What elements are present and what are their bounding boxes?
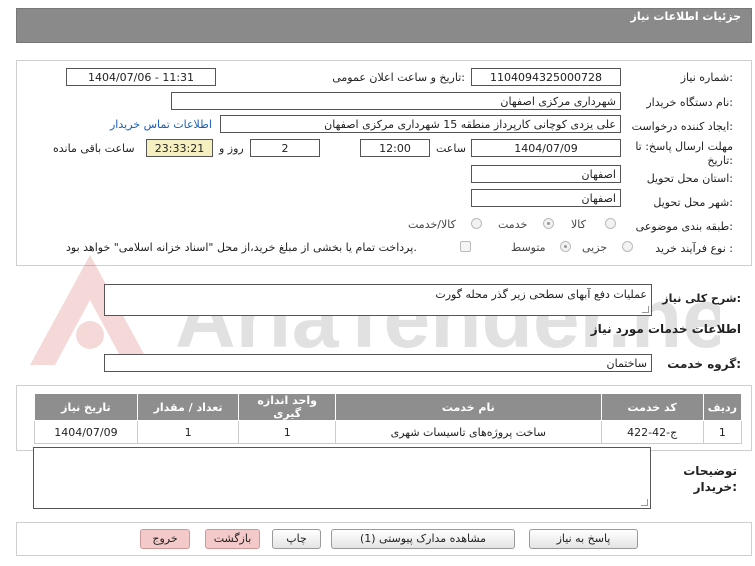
resize-grip-icon[interactable] (641, 499, 648, 506)
category-option-goods: کالا (571, 218, 586, 231)
deadline-time-label: ساعت (436, 142, 466, 155)
buyer-contact-link[interactable]: اطلاعات تماس خریدار (110, 118, 212, 131)
summary-label: شرح کلی نیاز: (662, 292, 741, 305)
city-label: شهر محل تحویل: (653, 196, 733, 209)
col-code: کد خدمت (600, 393, 704, 421)
service-group-label: گروه خدمت: (667, 357, 741, 371)
need-number-field: 1104094325000728 (471, 68, 621, 86)
summary-text: عملیات دفع آبهای سطحی زیر گذر محله گورت (435, 288, 647, 301)
category-radio-goods[interactable] (605, 218, 616, 229)
col-row: ردیف (702, 393, 743, 421)
remaining-time-field: 23:33:21 (146, 139, 213, 157)
category-option-service: خدمت (498, 218, 528, 231)
deadline-label: مهلت ارسال پاسخ: تا (635, 140, 733, 153)
back-button[interactable]: بازگشت (205, 529, 260, 549)
process-radio-partial[interactable] (622, 241, 633, 252)
days-field: 2 (250, 139, 320, 157)
deadline-time-field: 12:00 (360, 139, 430, 157)
cell-row: 1 (702, 420, 743, 444)
table-header-row: ردیف کد خدمت نام خدمت واحد اندازه گیری ت… (34, 393, 743, 421)
service-group-field: ساختمان (104, 354, 652, 372)
col-qty: تعداد / مقدار (136, 393, 240, 421)
remaining-time-label: ساعت باقی مانده (53, 142, 135, 155)
process-radio-medium[interactable] (560, 241, 571, 252)
creator-field: علی یزدی کوچانی کارپرداز منطقه 15 شهردار… (220, 115, 621, 133)
page-title: جزئیات اطلاعات نیاز (630, 10, 742, 23)
need-number-label: شماره نیاز: (680, 71, 733, 84)
buyer-label: نام دستگاه خریدار: (646, 96, 733, 109)
deadline-label-date: تاریخ: (707, 154, 733, 167)
announce-label: تاریخ و ساعت اعلان عمومی: (332, 71, 465, 84)
buyer-field: شهرداری مرکزی اصفهان (171, 92, 621, 110)
deadline-date-field: 1404/07/09 (471, 139, 621, 157)
cell-qty: 1 (136, 420, 240, 444)
cell-code: ج-42-422 (600, 420, 704, 444)
col-name: نام خدمت (335, 393, 602, 421)
province-field: اصفهان (471, 165, 621, 183)
category-option-goods-service: کالا/خدمت (408, 218, 456, 231)
payment-note: پرداخت تمام یا بخشی از مبلغ خرید،از محل … (66, 241, 417, 254)
col-date: تاریخ نیاز (34, 393, 138, 421)
print-button[interactable]: چاپ (272, 529, 321, 549)
province-label: استان محل تحویل: (646, 172, 733, 185)
city-field: اصفهان (471, 189, 621, 207)
services-section-title: اطلاعات خدمات مورد نیاز (590, 322, 741, 336)
services-table: ردیف کد خدمت نام خدمت واحد اندازه گیری ت… (34, 393, 743, 444)
cell-unit: 1 (238, 420, 337, 444)
category-radio-service[interactable] (543, 218, 554, 229)
process-option-medium: متوسط (511, 241, 546, 254)
process-label: نوع فرآیند خرید : (655, 242, 733, 255)
col-unit: واحد اندازه گیری (238, 393, 337, 421)
announce-field: 1404/07/06 - 11:31 (66, 68, 216, 86)
exit-button[interactable]: خروج (140, 529, 190, 549)
details-panel (16, 60, 752, 266)
buyer-notes-textarea[interactable] (33, 447, 651, 509)
buyer-notes-label: توضیحات (683, 464, 737, 478)
cell-name: ساخت پروژه‌های تاسیسات شهری (335, 420, 602, 444)
treasury-checkbox[interactable] (460, 241, 471, 252)
days-label: روز و (219, 142, 244, 155)
category-radio-goods-service[interactable] (471, 218, 482, 229)
attachments-button[interactable]: مشاهده مدارک پیوستی (1) (331, 529, 515, 549)
buyer-notes-label-2: خریدار: (693, 480, 737, 494)
reply-button[interactable]: پاسخ به نیاز (529, 529, 638, 549)
category-label: طبقه بندی موضوعی: (635, 220, 733, 233)
table-row: 1 ج-42-422 ساخت پروژه‌های تاسیسات شهری 1… (34, 420, 743, 444)
resize-grip-icon[interactable] (642, 306, 649, 313)
process-option-partial: جزیی (582, 241, 608, 254)
creator-label: ایجاد کننده درخواست: (631, 120, 733, 133)
cell-date: 1404/07/09 (34, 420, 138, 444)
